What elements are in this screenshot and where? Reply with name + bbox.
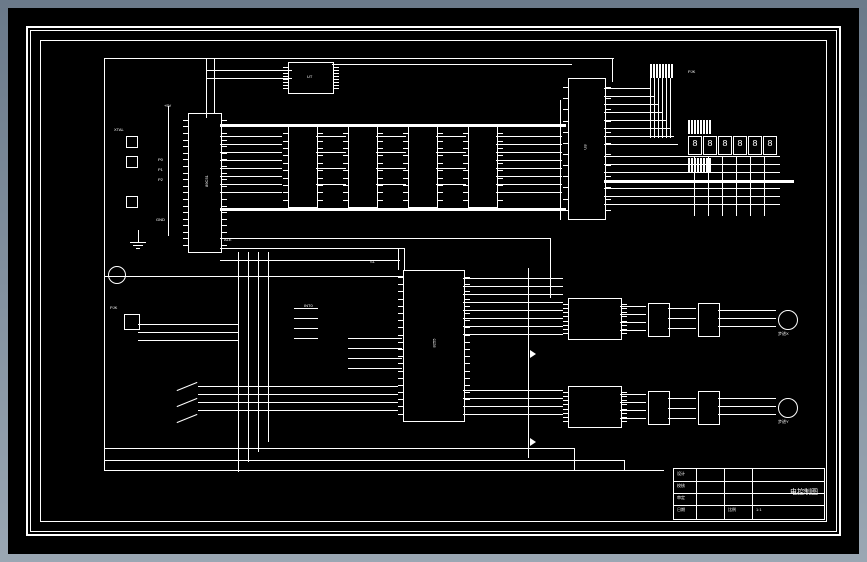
driver-block-2b <box>698 391 720 425</box>
tb-row-3: 审定 <box>677 496 685 500</box>
connector-label: PJK <box>110 306 117 310</box>
tb-row-1: 设计 <box>677 472 685 476</box>
ic-mcu: /*noop*/ 89C51 <box>188 113 222 253</box>
tb-title: 电控制图 <box>790 487 818 497</box>
digit-6 <box>763 136 777 155</box>
buffer-1 <box>530 350 536 358</box>
ic-u9 <box>568 298 622 340</box>
driver-block-1b <box>698 303 720 337</box>
crystal <box>126 136 138 148</box>
capacitor-1 <box>126 156 138 168</box>
data-bus-top <box>220 124 566 127</box>
title-block: 设计 校核 审定 日期 电控制图 比例 1:1 <box>673 468 825 520</box>
seven-segment-bank <box>688 136 777 155</box>
ic-u8-label: U8 <box>584 144 588 149</box>
motor-1-label: 步进X <box>778 332 789 336</box>
led-bicolor <box>108 266 126 284</box>
tb-row-4: 日期 <box>677 508 685 512</box>
tb-row-2: 校核 <box>677 484 685 488</box>
ic-u2-label: 8255 <box>432 339 436 348</box>
driver-block-2a <box>648 391 670 425</box>
pin-label-1: P0 <box>158 158 163 162</box>
pjk-label: PJK <box>688 70 695 74</box>
pin-label-ale: ALE <box>224 238 232 242</box>
pin-label-int: INT0 <box>304 304 313 308</box>
ic-u6 <box>468 126 498 208</box>
ic-u8: U8 <box>568 78 606 220</box>
ic-u10 <box>568 386 622 428</box>
digit-5 <box>748 136 762 155</box>
ic-u3 <box>288 126 318 208</box>
digit-1 <box>688 136 702 155</box>
tb-scale-lbl: 比例 <box>728 508 736 512</box>
tb-scale: 1:1 <box>756 508 762 512</box>
ic-mcu-label: 89C51 <box>205 175 209 187</box>
data-bus-bottom <box>220 208 566 211</box>
display-bus <box>604 180 794 183</box>
crystal-label: XTAL <box>114 128 124 132</box>
digit-4 <box>733 136 747 155</box>
ic-u4 <box>348 126 378 208</box>
ic-u2: 8255 <box>403 270 465 422</box>
ic-top: UT <box>288 62 334 94</box>
btn-label: S1 <box>370 260 375 264</box>
gnd-label: GND <box>156 218 165 222</box>
digit-3 <box>718 136 732 155</box>
motor-2-label: 步进Y <box>778 420 789 424</box>
connector-hdr <box>124 314 140 330</box>
gnd-stem <box>138 230 139 242</box>
motor-1 <box>778 310 798 330</box>
cad-canvas[interactable]: /*noop*/ 89C51 UT U8 8255 <box>8 8 859 554</box>
gnd-bar-1 <box>130 242 146 243</box>
ic-u5 <box>408 126 438 208</box>
ic-top-label: UT <box>307 75 312 79</box>
gnd-bar-2 <box>133 245 143 246</box>
resistor-pack-1 <box>650 64 673 78</box>
driver-block-1a <box>648 303 670 337</box>
digit-2 <box>703 136 717 155</box>
motor-2 <box>778 398 798 418</box>
gnd-bar-3 <box>136 248 140 249</box>
resistor-pack-2 <box>688 120 711 134</box>
pin-label-3: P2 <box>158 178 163 182</box>
capacitor-2 <box>126 196 138 208</box>
buffer-2 <box>530 438 536 446</box>
pin-label-2: P1 <box>158 168 163 172</box>
